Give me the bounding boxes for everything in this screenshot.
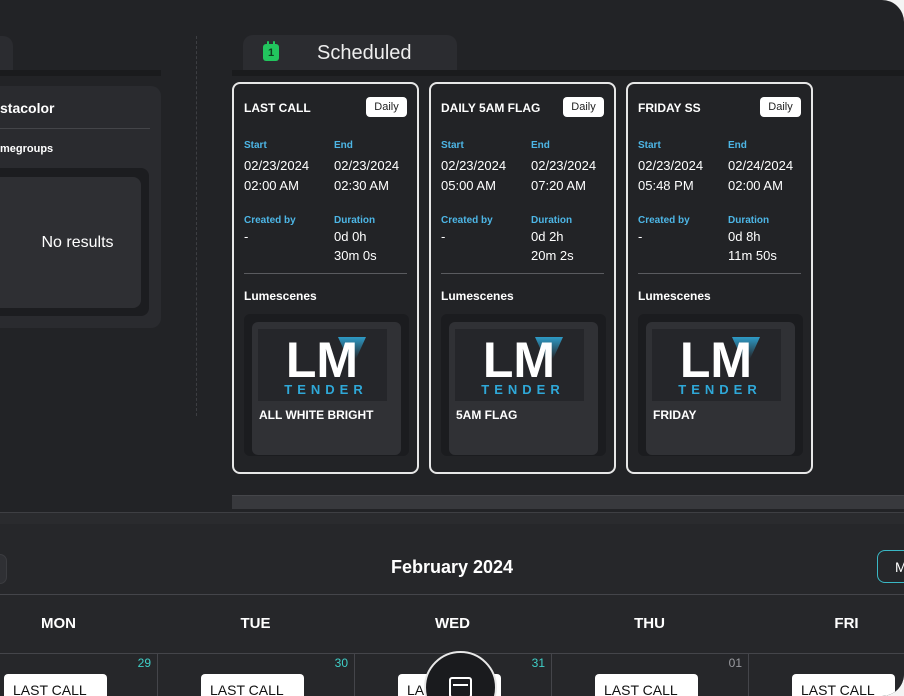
empty-results-box: No results — [0, 177, 141, 308]
lmtender-logo-graphic: LM TENDER — [481, 332, 564, 397]
repeat-badge: Daily — [563, 97, 604, 117]
created-by-value: - — [244, 229, 249, 244]
lmtender-logo: LM TENDER — [652, 329, 781, 401]
left-panel-title: stacolor — [0, 100, 55, 116]
calendar-day-icon: 1 — [263, 41, 279, 61]
weekday-header: FRI — [834, 615, 859, 632]
calendar-month-label: February 2024 — [390, 557, 514, 577]
tab-bar-underline — [232, 70, 904, 76]
end-time: 02:30 AM — [334, 178, 389, 193]
day-separator — [157, 654, 158, 696]
end-date: 02/24/2024 — [728, 158, 794, 173]
start-time: 05:00 AM — [441, 178, 496, 193]
weekday-header: MON — [41, 615, 76, 632]
created-by-value: - — [441, 229, 446, 244]
day-number: 01 — [728, 656, 742, 670]
lumescenes-label: Lumescenes — [441, 289, 514, 303]
schedule-card-3[interactable]: FRIDAY SS Daily Start End 02/23/2024 05:… — [626, 82, 813, 474]
duration-label: Duration — [531, 215, 573, 226]
calendar-header-divider — [0, 594, 904, 595]
duration-value: 0d 0h — [334, 229, 367, 244]
end-date: 02/23/2024 — [531, 158, 597, 173]
card-divider — [441, 273, 604, 274]
logo-word: TENDER — [678, 382, 761, 397]
day-number: 30 — [334, 656, 348, 670]
left-tab[interactable] — [0, 36, 13, 70]
schedule-card-1[interactable]: LAST CALL Daily Start End 02/23/2024 02:… — [232, 82, 419, 474]
created-by-label: Created by — [441, 215, 493, 226]
end-time: 02:00 AM — [728, 178, 783, 193]
calendar-event[interactable]: LAST CALL — [792, 674, 895, 696]
logo-letters: LM — [483, 332, 555, 388]
start-time: 02:00 AM — [244, 178, 299, 193]
end-label: End — [531, 140, 550, 151]
day-separator — [354, 654, 355, 696]
start-time: 05:48 PM — [638, 178, 694, 193]
start-date: 02/23/2024 — [441, 158, 507, 173]
repeat-badge: Daily — [366, 97, 407, 117]
logo-letters: LM — [680, 332, 752, 388]
schedule-title: LAST CALL — [244, 101, 311, 115]
lmtender-logo: LM TENDER — [455, 329, 584, 401]
end-date: 02/23/2024 — [334, 158, 400, 173]
lumescenes-label: Lumescenes — [244, 289, 317, 303]
lumescene-name: 5AM FLAG — [456, 408, 518, 422]
horizontal-scrollbar[interactable] — [232, 495, 904, 509]
duration-label: Duration — [334, 215, 376, 226]
start-date: 02/23/2024 — [638, 158, 704, 173]
created-by-value: - — [638, 229, 643, 244]
day-number: 29 — [137, 656, 151, 670]
schedule-card-2[interactable]: DAILY 5AM FLAG Daily Start End 02/23/202… — [429, 82, 616, 474]
start-label: Start — [244, 140, 267, 151]
day-number: 02 — [899, 656, 904, 670]
lmtender-logo-graphic: LM TENDER — [678, 332, 761, 397]
schedule-title: DAILY 5AM FLAG — [441, 101, 541, 115]
end-time: 07:20 AM — [531, 178, 586, 193]
repeat-badge: Daily — [760, 97, 801, 117]
calendar-event[interactable]: LAST CALL — [4, 674, 107, 696]
weekday-header: TUE — [240, 615, 271, 632]
card-divider — [244, 273, 407, 274]
logo-word: TENDER — [481, 382, 564, 397]
day-separator — [748, 654, 749, 696]
start-label: Start — [638, 140, 661, 151]
lmtender-logo: LM TENDER — [258, 329, 387, 401]
left-tab-underline — [0, 70, 161, 76]
duration-label: Duration — [728, 215, 770, 226]
end-label: End — [728, 140, 747, 151]
calendar-event[interactable]: LAST CALL — [595, 674, 698, 696]
day-number: 31 — [531, 656, 545, 670]
start-label: Start — [441, 140, 464, 151]
panel-resize-bar[interactable] — [0, 512, 904, 524]
left-panel-subtitle: megroups — [0, 143, 54, 155]
created-by-label: Created by — [638, 215, 690, 226]
card-divider — [638, 273, 801, 274]
end-label: End — [334, 140, 353, 151]
left-panel-divider — [0, 128, 150, 129]
lumescene-name: ALL WHITE BRIGHT — [259, 408, 374, 422]
duration-value-2: 20m 2s — [531, 248, 574, 263]
panel-divider — [196, 36, 197, 416]
app-window: stacolor megroups No results 1 Scheduled… — [0, 0, 904, 696]
logo-letters: LM — [286, 332, 358, 388]
calendar-event[interactable]: LAST CALL — [201, 674, 304, 696]
duration-value: 0d 2h — [531, 229, 564, 244]
day-separator — [551, 654, 552, 696]
schedule-title: FRIDAY SS — [638, 101, 701, 115]
created-by-label: Created by — [244, 215, 296, 226]
duration-value-2: 11m 50s — [728, 248, 777, 263]
weekday-header: THU — [634, 615, 665, 632]
logo-word: TENDER — [284, 382, 367, 397]
lumescene-name: FRIDAY — [653, 408, 697, 422]
weekday-header: WED — [435, 615, 470, 632]
lmtender-logo-graphic: LM TENDER — [284, 332, 367, 397]
calendar-icon — [449, 677, 472, 696]
duration-value: 0d 8h — [728, 229, 761, 244]
start-date: 02/23/2024 — [244, 158, 310, 173]
duration-value-2: 30m 0s — [334, 248, 377, 263]
empty-results-text: No results — [41, 233, 114, 251]
tab-scheduled-label[interactable]: Scheduled — [317, 42, 412, 65]
calendar-view-button[interactable]: M — [877, 550, 904, 583]
lumescenes-label: Lumescenes — [638, 289, 711, 303]
